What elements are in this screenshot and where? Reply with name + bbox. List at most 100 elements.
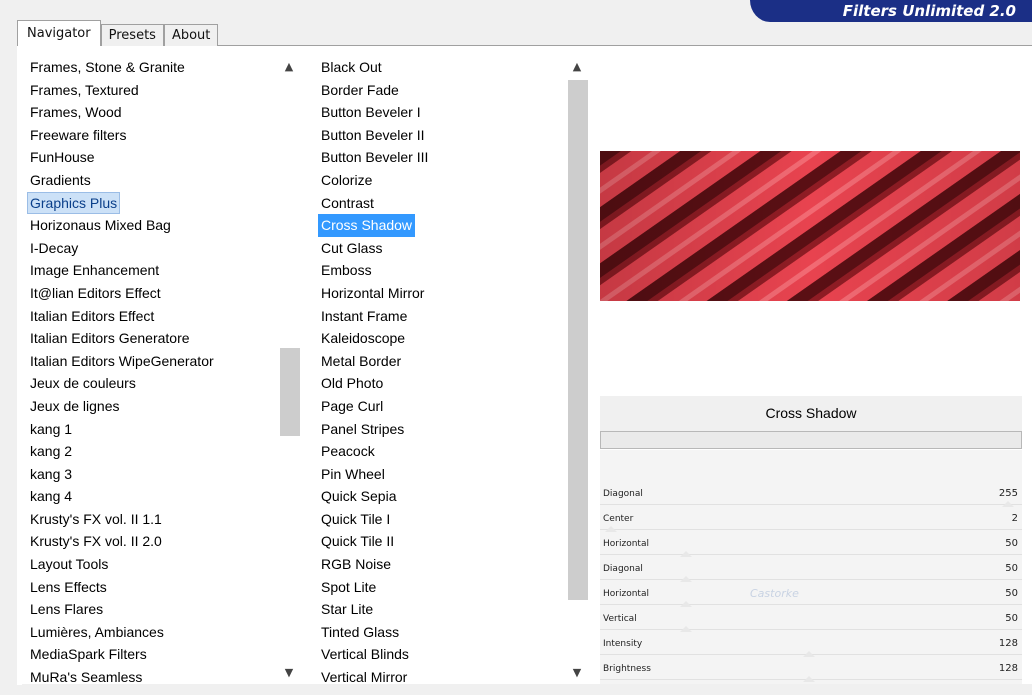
category-item[interactable]: Lumières, Ambiances <box>27 621 167 644</box>
param-row[interactable]: Diagonal 255 <box>600 480 1022 507</box>
watermark: Castorke <box>750 587 799 600</box>
param-value: 2 <box>1011 513 1018 524</box>
category-item[interactable]: Graphics Plus <box>27 191 121 215</box>
tab-navigator[interactable]: Navigator <box>17 20 101 46</box>
param-row[interactable]: Horizontal 50 <box>600 530 1022 557</box>
category-item[interactable]: Italian Editors WipeGenerator <box>27 350 217 373</box>
category-item[interactable]: Frames, Wood <box>27 101 125 124</box>
filter-item[interactable]: Colorize <box>318 169 375 192</box>
param-label: Diagonal <box>603 489 643 499</box>
param-row[interactable]: Vertical 50 <box>600 605 1022 632</box>
filter-item[interactable]: Instant Frame <box>318 305 410 328</box>
filter-preview-image <box>600 151 1020 301</box>
filter-scroll-thumb[interactable] <box>568 80 588 600</box>
filter-item[interactable]: Button Beveler II <box>318 124 428 147</box>
category-item[interactable]: Jeux de couleurs <box>27 372 139 395</box>
param-row[interactable]: Brightness 128 <box>600 655 1022 682</box>
filter-scrollbar[interactable]: ▲ ▼ <box>566 56 588 684</box>
category-scroll-thumb[interactable] <box>280 348 300 436</box>
param-label: Intensity <box>603 639 643 649</box>
param-value: 50 <box>1005 588 1018 599</box>
category-item[interactable]: FunHouse <box>27 146 98 169</box>
tab-about[interactable]: About <box>163 24 219 46</box>
filter-item[interactable]: Emboss <box>318 259 375 282</box>
param-row[interactable]: Diagonal 50 <box>600 555 1022 582</box>
category-item[interactable]: kang 3 <box>27 463 75 486</box>
param-value: 128 <box>998 638 1018 649</box>
filter-item[interactable]: Old Photo <box>318 372 386 395</box>
param-row[interactable]: Intensity 128 <box>600 630 1022 657</box>
filter-item[interactable]: RGB Noise <box>318 553 394 576</box>
filter-item[interactable]: Peacock <box>318 440 378 463</box>
filter-item[interactable]: Contrast <box>318 192 377 215</box>
category-item[interactable]: I-Decay <box>27 237 81 260</box>
category-item[interactable]: Frames, Textured <box>27 79 142 102</box>
filter-name-label: Cross Shadow <box>600 396 1022 431</box>
category-item[interactable]: Italian Editors Generatore <box>27 327 193 350</box>
parameter-sliders: Diagonal 255 Center 2 Horizontal 50 Diagonal 50… <box>600 450 1022 685</box>
scroll-up-icon[interactable]: ▲ <box>566 56 588 78</box>
category-item[interactable]: Lens Flares <box>27 598 106 621</box>
param-label: Center <box>603 514 634 524</box>
scroll-down-icon[interactable]: ▼ <box>278 662 300 684</box>
category-item[interactable]: Horizonaus Mixed Bag <box>27 214 174 237</box>
category-item[interactable]: Italian Editors Effect <box>27 305 157 328</box>
filter-item[interactable]: Black Out <box>318 56 385 79</box>
param-value: 50 <box>1005 563 1018 574</box>
category-item[interactable]: Freeware filters <box>27 124 129 147</box>
param-row[interactable]: Center 2 <box>600 505 1022 532</box>
scroll-up-icon[interactable]: ▲ <box>278 56 300 78</box>
filter-item[interactable]: Cross Shadow <box>318 214 416 237</box>
category-item[interactable]: Layout Tools <box>27 553 111 576</box>
filter-item[interactable]: Horizontal Mirror <box>318 282 427 305</box>
filter-item[interactable]: Button Beveler I <box>318 101 424 124</box>
filter-name-field <box>600 431 1022 449</box>
filter-item[interactable]: Quick Sepia <box>318 485 399 508</box>
category-list[interactable]: Frames, Stone & Granite Frames, Textured F… <box>27 56 277 684</box>
category-item[interactable]: Jeux de lignes <box>27 395 123 418</box>
param-label: Diagonal <box>603 564 643 574</box>
filter-item[interactable]: Metal Border <box>318 350 404 373</box>
category-item[interactable]: kang 1 <box>27 418 75 441</box>
category-item[interactable]: Krusty's FX vol. II 2.0 <box>27 530 165 553</box>
filter-item[interactable]: Page Curl <box>318 395 386 418</box>
app-brand-banner: Filters Unlimited 2.0 <box>750 0 1032 22</box>
category-item[interactable]: kang 4 <box>27 485 75 508</box>
filter-item[interactable]: Tinted Glass <box>318 621 402 644</box>
filter-item[interactable]: Quick Tile II <box>318 530 397 553</box>
filter-item[interactable]: Panel Stripes <box>318 418 407 441</box>
filter-item[interactable]: Quick Tile I <box>318 508 393 531</box>
category-item[interactable]: Lens Effects <box>27 576 110 599</box>
tab-bar: Navigator Presets About <box>17 20 219 46</box>
param-label: Horizontal <box>603 589 649 599</box>
tab-presets[interactable]: Presets <box>100 24 164 46</box>
param-label: Brightness <box>603 664 651 674</box>
param-row[interactable]: Horizontal 50 <box>600 580 1022 607</box>
category-item[interactable]: kang 2 <box>27 440 75 463</box>
param-label: Horizontal <box>603 539 649 549</box>
filter-item[interactable]: Pin Wheel <box>318 463 388 486</box>
category-item[interactable]: Krusty's FX vol. II 1.1 <box>27 508 165 531</box>
param-value: 50 <box>1005 538 1018 549</box>
category-item[interactable]: Image Enhancement <box>27 259 162 282</box>
category-item[interactable]: MuRa's Seamless <box>27 666 145 684</box>
filter-item[interactable]: Kaleidoscope <box>318 327 408 350</box>
category-item[interactable]: It@lian Editors Effect <box>27 282 164 305</box>
category-item[interactable]: Gradients <box>27 169 94 192</box>
filter-item[interactable]: Border Fade <box>318 79 402 102</box>
category-item[interactable]: Frames, Stone & Granite <box>27 56 188 79</box>
filter-item[interactable]: Cut Glass <box>318 237 385 260</box>
filter-list[interactable]: Black Out Border Fade Button Beveler I Butt… <box>318 56 563 684</box>
filter-item[interactable]: Vertical Blinds <box>318 643 412 666</box>
param-label: Vertical <box>603 614 637 624</box>
category-item[interactable]: MediaSpark Filters <box>27 643 150 666</box>
filter-item[interactable]: Star Lite <box>318 598 376 621</box>
slider-thumb[interactable] <box>802 676 815 682</box>
category-scrollbar[interactable]: ▲ ▼ <box>278 56 300 684</box>
filter-item[interactable]: Button Beveler III <box>318 146 431 169</box>
filter-item[interactable]: Spot Lite <box>318 576 379 599</box>
filter-item[interactable]: Vertical Mirror <box>318 666 410 684</box>
scroll-down-icon[interactable]: ▼ <box>566 662 588 684</box>
param-value: 50 <box>1005 613 1018 624</box>
param-value: 128 <box>998 663 1018 674</box>
